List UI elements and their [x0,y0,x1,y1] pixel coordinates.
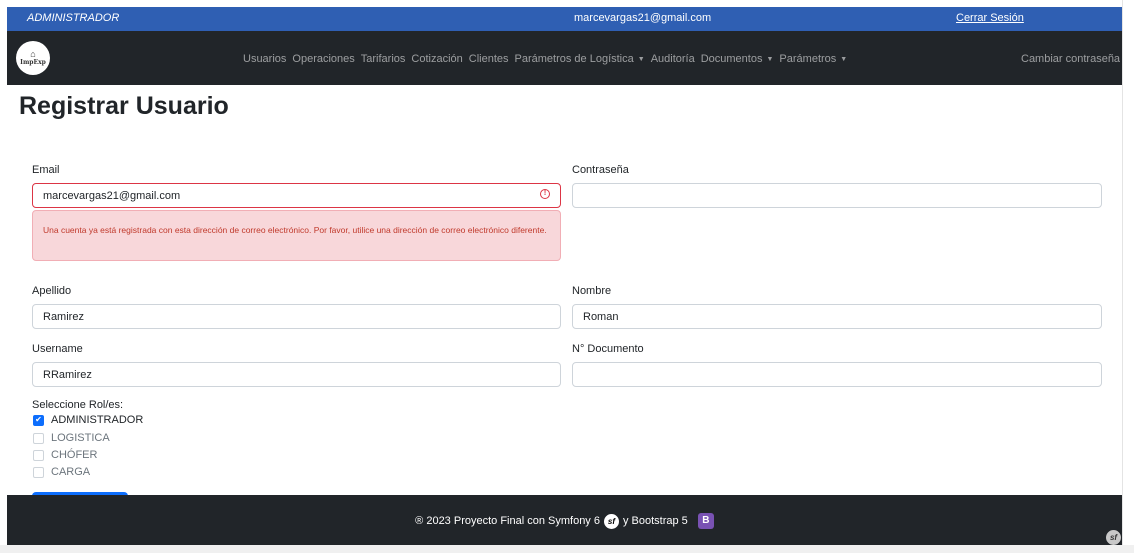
nav-label: Documentos [700,53,763,65]
checkbox[interactable] [33,466,44,478]
nav-dropdown-parametros[interactable]: Parámetros ▼ [779,53,847,65]
role-option-carga[interactable]: CARGA [33,466,90,478]
role-option-chofer[interactable]: CHÓFER [33,449,97,461]
checkbox[interactable] [33,449,44,461]
nav-label: Operaciones [292,53,355,65]
nav-label: Tarifarios [360,53,406,65]
logo-text: ImpExp [20,59,46,66]
email-field[interactable] [32,183,561,208]
check-icon: ✔ [35,415,42,424]
nombre-field[interactable] [572,304,1102,329]
role-label: ADMINISTRADOR [51,414,144,426]
footer-copyright: ® 2023 Proyecto Final con Symfony 6 [415,515,600,527]
role-label: LOGISTICA [51,432,110,444]
roles-label: Seleccione Rol/es: [32,399,124,411]
user-email: marcevargas21@gmail.com [574,12,712,24]
nav-item-cotizacion[interactable]: Cotización [411,53,462,65]
nombre-label: Nombre [572,285,612,297]
nav-dropdown-documentos[interactable]: Documentos ▼ [701,53,774,65]
nav-label: Usuarios [243,53,287,65]
nav-label: Cotización [411,53,463,65]
nav-item-auditoria[interactable]: Auditoría [651,53,695,65]
nav-dropdown-parametros-logistica[interactable]: Parámetros de Logística ▼ [515,53,645,65]
footer: ® 2023 Proyecto Final con Symfony 6 sf y… [7,495,1122,545]
brand-logo[interactable]: ⌂ ImpExp [16,41,50,75]
nav-label: Clientes [468,53,509,65]
apellido-label: Apellido [32,285,72,297]
checkbox[interactable] [33,432,44,444]
checkbox-checked[interactable]: ✔ [33,414,44,426]
logout-link[interactable]: Cerrar Sesión [956,12,1024,24]
caret-down-icon: ▼ [840,56,848,63]
nav-item-usuarios[interactable]: Usuarios [243,53,286,65]
bootstrap-icon: B [697,513,714,529]
password-label: Contraseña [572,164,629,176]
nav-item-clientes[interactable]: Clientes [469,53,509,65]
role-option-administrador[interactable]: ✔ ADMINISTRADOR [33,414,143,426]
footer-text: ® 2023 Proyecto Final con Symfony 6 sf y… [7,513,1122,529]
caret-down-icon: ▼ [637,56,645,63]
documento-field[interactable] [572,362,1102,387]
symfony-toolbar-icon[interactable]: sf [1106,530,1121,545]
footer-bootstrap-text: y Bootstrap 5 [622,515,688,527]
caret-down-icon: ▼ [766,56,774,63]
nav-label: Parámetros [779,53,837,65]
nav-label: Auditoría [650,53,695,65]
window-bottom-edge [0,545,1134,553]
nav-label: Parámetros de Logística [514,53,634,65]
role-label: CARGA [51,466,91,478]
symfony-icon: sf [603,513,619,529]
nav-item-operaciones[interactable]: Operaciones [292,53,354,65]
password-field[interactable] [572,183,1102,208]
window-edge [1122,0,1134,553]
role-label: CHÓFER [51,449,98,461]
username-label: Username [32,343,83,355]
top-info-bar: ADMINISTRADOR marcevargas21@gmail.com Ce… [7,7,1122,31]
apellido-field[interactable] [32,304,561,329]
role-option-logistica[interactable]: LOGISTICA [33,432,110,444]
nav-links: Usuarios Operaciones Tarifarios Cotizaci… [243,53,853,65]
username-field[interactable] [32,362,561,387]
building-icon: ⌂ [30,49,36,59]
error-icon: ! [540,189,550,199]
user-role: ADMINISTRADOR [27,12,120,24]
nav-item-tarifarios[interactable]: Tarifarios [361,53,406,65]
change-password-link[interactable]: Cambiar contraseña [1021,53,1120,65]
page-title: Registrar Usuario [19,92,229,120]
documento-label: N° Documento [572,343,644,355]
main-navbar: ⌂ ImpExp Usuarios Operaciones Tarifarios… [7,31,1122,85]
email-label: Email [32,164,60,176]
email-error-alert: Una cuenta ya está registrada con esta d… [32,210,561,261]
